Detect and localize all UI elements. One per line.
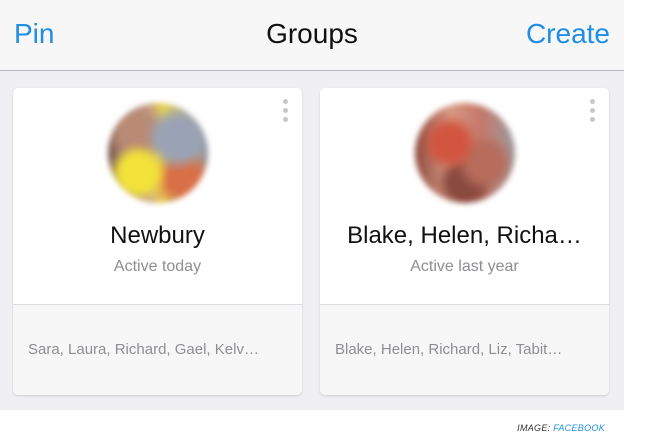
create-button[interactable]: Create <box>526 17 610 51</box>
group-members-footer: Blake, Helen, Richard, Liz, Tabit… <box>320 304 609 395</box>
group-name: Blake, Helen, Richa… <box>347 222 582 249</box>
group-name: Newbury <box>110 222 205 249</box>
group-avatar <box>108 103 208 203</box>
group-avatar <box>415 103 515 203</box>
group-members-footer: Sara, Laura, Richard, Gael, Kelv… <box>13 304 302 395</box>
more-options-icon[interactable] <box>278 98 292 124</box>
more-options-icon[interactable] <box>585 98 599 124</box>
image-credit: IMAGE: FACEBOOK <box>517 423 605 433</box>
groups-screen: Pin Groups Create Newbury Active today S… <box>0 0 624 410</box>
image-credit-prefix: IMAGE: <box>517 423 554 433</box>
image-credit-source-link[interactable]: FACEBOOK <box>553 423 605 433</box>
group-status: Active today <box>113 258 202 275</box>
group-card-blake-helen[interactable]: Blake, Helen, Richa… Active last year Bl… <box>320 88 609 395</box>
group-members: Blake, Helen, Richard, Liz, Tabit… <box>335 341 563 358</box>
group-card-newbury[interactable]: Newbury Active today Sara, Laura, Richar… <box>13 88 302 395</box>
navigation-bar: Pin Groups Create <box>0 0 624 71</box>
group-members: Sara, Laura, Richard, Gael, Kelv… <box>28 341 259 358</box>
group-status: Active last year <box>410 258 519 275</box>
